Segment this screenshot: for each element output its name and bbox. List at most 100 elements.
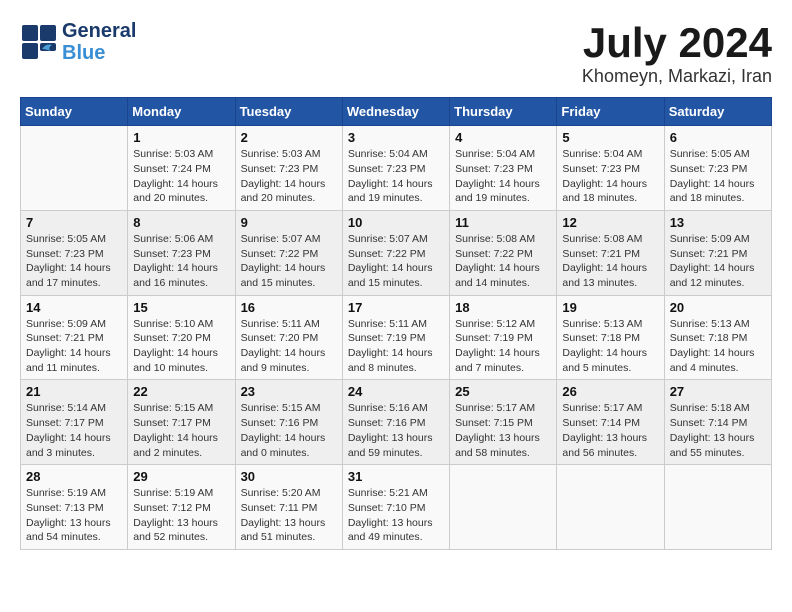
calendar-cell: 3Sunrise: 5:04 AM Sunset: 7:23 PM Daylig… [342,126,449,211]
weekday-header-row: SundayMondayTuesdayWednesdayThursdayFrid… [21,98,772,126]
day-number: 15 [133,300,229,315]
calendar-cell: 7 Sunrise: 5:05 AM Sunset: 7:23 PM Daylig… [21,210,128,295]
logo-general: General [62,20,136,42]
calendar-cell: 26 Sunrise: 5:17 AM Sunset: 7:14 PM Dayli… [557,380,664,465]
day-info: Sunrise: 5:15 AM Sunset: 7:17 PM Dayligh… [133,401,229,460]
calendar-cell: 1 Sunrise: 5:03 AM Sunset: 7:24 PM Daylig… [128,126,235,211]
month-title: July 2024 [582,20,772,66]
calendar-cell: 18 Sunrise: 5:12 AM Sunset: 7:19 PM Dayli… [450,295,557,380]
day-info: Sunrise: 5:19 AM Sunset: 7:13 PM Dayligh… [26,486,122,545]
day-number: 28 [26,469,122,484]
calendar-cell: 17 Sunrise: 5:11 AM Sunset: 7:19 PM Dayli… [342,295,449,380]
calendar-week-row: 28 Sunrise: 5:19 AM Sunset: 7:13 PM Dayli… [21,465,772,550]
day-info: Sunrise: 5:05 AM Sunset: 7:23 PM Dayligh… [26,232,122,291]
day-number: 19 [562,300,658,315]
calendar-cell: 11 Sunrise: 5:08 AM Sunset: 7:22 PM Dayli… [450,210,557,295]
day-info: Sunrise: 5:09 AM Sunset: 7:21 PM Dayligh… [26,317,122,376]
weekday-header-wednesday: Wednesday [342,98,449,126]
day-info: Sunrise: 5:17 AM Sunset: 7:14 PM Dayligh… [562,401,658,460]
day-number: 13 [670,215,766,230]
day-number: 14 [26,300,122,315]
calendar-cell [21,126,128,211]
calendar-cell [664,465,771,550]
calendar-cell: 31 Sunrise: 5:21 AM Sunset: 7:10 PM Dayli… [342,465,449,550]
calendar-cell: 28 Sunrise: 5:19 AM Sunset: 7:13 PM Dayli… [21,465,128,550]
day-info: Sunrise: 5:03 AM Sunset: 7:24 PM Dayligh… [133,147,229,206]
calendar-cell: 20 Sunrise: 5:13 AM Sunset: 7:18 PM Dayli… [664,295,771,380]
day-number: 4 [455,130,551,145]
logo-icon [20,23,58,61]
weekday-header-friday: Friday [557,98,664,126]
weekday-header-thursday: Thursday [450,98,557,126]
day-info: Sunrise: 5:11 AM Sunset: 7:19 PM Dayligh… [348,317,444,376]
calendar-cell: 5 Sunrise: 5:04 AM Sunset: 7:23 PM Daylig… [557,126,664,211]
day-number: 22 [133,384,229,399]
calendar-cell: 30 Sunrise: 5:20 AM Sunset: 7:11 PM Dayli… [235,465,342,550]
calendar-cell: 16Sunrise: 5:11 AM Sunset: 7:20 PM Dayli… [235,295,342,380]
calendar-cell: 22 Sunrise: 5:15 AM Sunset: 7:17 PM Dayli… [128,380,235,465]
day-number: 24 [348,384,444,399]
calendar-cell [450,465,557,550]
day-info: Sunrise: 5:16 AM Sunset: 7:16 PM Dayligh… [348,401,444,460]
day-info: Sunrise: 5:08 AM Sunset: 7:21 PM Dayligh… [562,232,658,291]
day-number: 16 [241,300,337,315]
day-info: Sunrise: 5:04 AM Sunset: 7:23 PM Dayligh… [348,147,444,206]
day-number: 31 [348,469,444,484]
calendar-cell: 15 Sunrise: 5:10 AM Sunset: 7:20 PM Dayli… [128,295,235,380]
day-info: Sunrise: 5:04 AM Sunset: 7:23 PM Dayligh… [562,147,658,206]
calendar-cell: 27Sunrise: 5:18 AM Sunset: 7:14 PM Dayli… [664,380,771,465]
day-number: 12 [562,215,658,230]
day-number: 11 [455,215,551,230]
day-number: 30 [241,469,337,484]
calendar-cell: 19Sunrise: 5:13 AM Sunset: 7:18 PM Dayli… [557,295,664,380]
day-number: 7 [26,215,122,230]
page-header: General Blue July 2024 Khomeyn, Markazi,… [20,20,772,87]
day-number: 5 [562,130,658,145]
calendar-cell [557,465,664,550]
day-info: Sunrise: 5:06 AM Sunset: 7:23 PM Dayligh… [133,232,229,291]
day-number: 10 [348,215,444,230]
calendar-cell: 6Sunrise: 5:05 AM Sunset: 7:23 PM Daylig… [664,126,771,211]
day-info: Sunrise: 5:12 AM Sunset: 7:19 PM Dayligh… [455,317,551,376]
title-block: July 2024 Khomeyn, Markazi, Iran [582,20,772,87]
day-number: 9 [241,215,337,230]
calendar-cell: 12 Sunrise: 5:08 AM Sunset: 7:21 PM Dayli… [557,210,664,295]
day-number: 8 [133,215,229,230]
calendar-cell: 14 Sunrise: 5:09 AM Sunset: 7:21 PM Dayli… [21,295,128,380]
day-info: Sunrise: 5:03 AM Sunset: 7:23 PM Dayligh… [241,147,337,206]
calendar-table: SundayMondayTuesdayWednesdayThursdayFrid… [20,97,772,550]
day-number: 26 [562,384,658,399]
day-number: 29 [133,469,229,484]
day-info: Sunrise: 5:13 AM Sunset: 7:18 PM Dayligh… [670,317,766,376]
calendar-cell: 8 Sunrise: 5:06 AM Sunset: 7:23 PM Daylig… [128,210,235,295]
day-number: 20 [670,300,766,315]
calendar-week-row: 14 Sunrise: 5:09 AM Sunset: 7:21 PM Dayli… [21,295,772,380]
day-number: 18 [455,300,551,315]
calendar-cell: 24 Sunrise: 5:16 AM Sunset: 7:16 PM Dayli… [342,380,449,465]
day-info: Sunrise: 5:09 AM Sunset: 7:21 PM Dayligh… [670,232,766,291]
day-number: 27 [670,384,766,399]
day-number: 1 [133,130,229,145]
day-info: Sunrise: 5:10 AM Sunset: 7:20 PM Dayligh… [133,317,229,376]
calendar-cell: 21Sunrise: 5:14 AM Sunset: 7:17 PM Dayli… [21,380,128,465]
logo-blue: Blue [62,42,105,64]
day-info: Sunrise: 5:07 AM Sunset: 7:22 PM Dayligh… [348,232,444,291]
day-number: 2 [241,130,337,145]
calendar-week-row: 1 Sunrise: 5:03 AM Sunset: 7:24 PM Daylig… [21,126,772,211]
day-number: 25 [455,384,551,399]
day-number: 21 [26,384,122,399]
calendar-cell: 25 Sunrise: 5:17 AM Sunset: 7:15 PM Dayli… [450,380,557,465]
day-number: 17 [348,300,444,315]
day-info: Sunrise: 5:07 AM Sunset: 7:22 PM Dayligh… [241,232,337,291]
calendar-week-row: 21Sunrise: 5:14 AM Sunset: 7:17 PM Dayli… [21,380,772,465]
day-number: 6 [670,130,766,145]
weekday-header-monday: Monday [128,98,235,126]
day-info: Sunrise: 5:21 AM Sunset: 7:10 PM Dayligh… [348,486,444,545]
day-info: Sunrise: 5:08 AM Sunset: 7:22 PM Dayligh… [455,232,551,291]
weekday-header-saturday: Saturday [664,98,771,126]
calendar-cell: 13 Sunrise: 5:09 AM Sunset: 7:21 PM Dayli… [664,210,771,295]
day-info: Sunrise: 5:17 AM Sunset: 7:15 PM Dayligh… [455,401,551,460]
day-number: 23 [241,384,337,399]
calendar-cell: 2 Sunrise: 5:03 AM Sunset: 7:23 PM Daylig… [235,126,342,211]
day-info: Sunrise: 5:20 AM Sunset: 7:11 PM Dayligh… [241,486,337,545]
